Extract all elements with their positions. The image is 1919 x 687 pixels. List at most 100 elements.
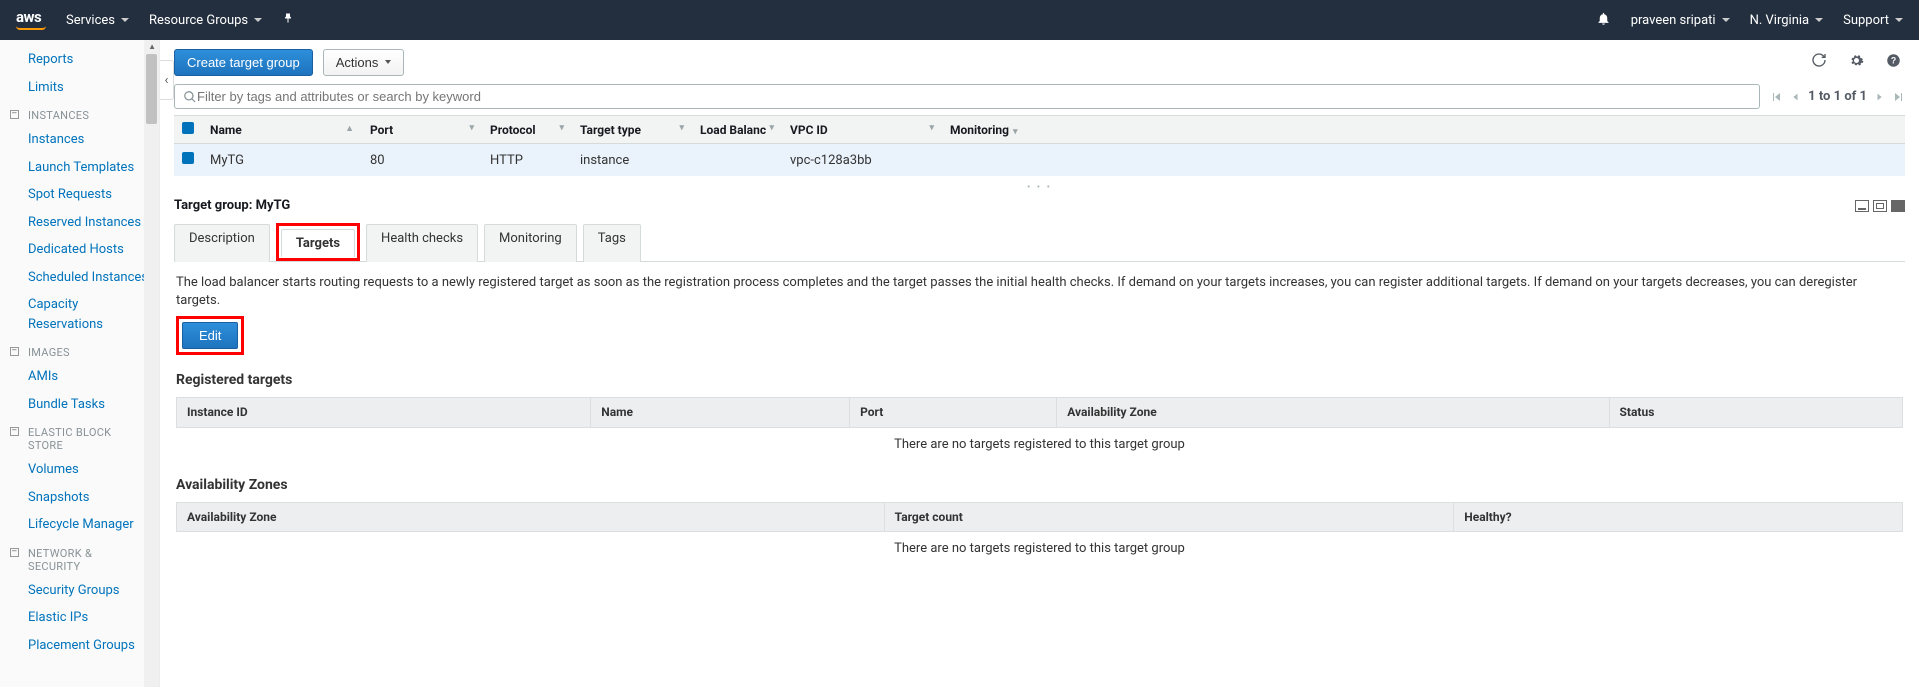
registered-targets-heading: Registered targets [176, 371, 1903, 391]
col-monitoring[interactable]: Monitoring▾ [942, 116, 1905, 144]
pager-text: 1 to 1 of 1 [1808, 89, 1867, 104]
checkbox-all[interactable] [182, 122, 194, 134]
sidebar-item-placement-groups[interactable]: Placement Groups [0, 632, 159, 660]
row-checkbox[interactable] [182, 152, 194, 164]
help-icon[interactable]: ? [1882, 49, 1905, 76]
sort-asc-icon: ▲ [345, 123, 354, 134]
sort-icon: ▾ [769, 123, 774, 133]
tab-description[interactable]: Description [174, 224, 270, 262]
pager-next-icon[interactable] [1875, 91, 1885, 103]
col-name[interactable]: Name [591, 397, 850, 427]
col-instance-id[interactable]: Instance ID [177, 397, 591, 427]
nav-support-label: Support [1843, 13, 1889, 28]
scrollbar[interactable]: ▲ [144, 40, 159, 687]
col-port[interactable]: Port [850, 397, 1057, 427]
col-protocol[interactable]: Protocol▾ [482, 116, 572, 144]
sidebar-item-instances[interactable]: Instances [0, 126, 159, 154]
sidebar-item-snapshots[interactable]: Snapshots [0, 484, 159, 512]
top-nav: aws Services Resource Groups praveen sri… [0, 0, 1919, 40]
sidebar-item-dedicated-hosts[interactable]: Dedicated Hosts [0, 236, 159, 264]
filter-input[interactable] [197, 89, 1751, 104]
availability-zones-heading: Availability Zones [176, 476, 1903, 496]
nav-user[interactable]: praveen sripati [1631, 13, 1730, 28]
detail-tabs: Description Targets Health checks Monito… [174, 223, 1905, 262]
sidebar-item-amis[interactable]: AMIs [0, 363, 159, 391]
cell-protocol: HTTP [482, 144, 572, 177]
nav-rg-label: Resource Groups [149, 13, 248, 28]
pager-last-icon[interactable] [1893, 91, 1905, 103]
col-load-balancer[interactable]: Load Balanc▾ [692, 116, 782, 144]
sidebar-item-reports[interactable]: Reports [0, 46, 159, 74]
sidebar-item-bundle-tasks[interactable]: Bundle Tasks [0, 391, 159, 419]
col-port[interactable]: Port▾ [362, 116, 482, 144]
nav-region[interactable]: N. Virginia [1750, 13, 1824, 28]
gear-icon[interactable] [1845, 49, 1868, 76]
scrollbar-thumb[interactable] [146, 54, 157, 124]
edit-button[interactable]: Edit [182, 322, 238, 349]
sidebar-item-limits[interactable]: Limits [0, 74, 159, 102]
target-groups-table: Name▲ Port▾ Protocol▾ Target type▾ Load … [174, 115, 1905, 176]
cell-lb [692, 144, 782, 177]
search-icon [183, 90, 197, 104]
sidebar-item-scheduled-instances[interactable]: Scheduled Instances [0, 264, 159, 292]
filter-box[interactable] [174, 84, 1760, 109]
sidebar-item-reserved-instances[interactable]: Reserved Instances [0, 209, 159, 237]
chevron-down-icon [1815, 18, 1823, 22]
panel-min-icon[interactable] [1855, 200, 1869, 212]
refresh-icon[interactable] [1807, 48, 1831, 76]
col-healthy[interactable]: Healthy? [1454, 502, 1903, 532]
sidebar-collapse[interactable] [160, 60, 174, 100]
availability-zones-table: Availability Zone Target count Healthy? … [176, 502, 1903, 567]
collapse-icon: – [10, 548, 19, 557]
collapse-icon: – [10, 427, 19, 436]
bell-icon[interactable] [1596, 11, 1611, 30]
sidebar-item-spot-requests[interactable]: Spot Requests [0, 181, 159, 209]
nav-services-label: Services [66, 13, 115, 28]
pager-first-icon[interactable] [1770, 91, 1782, 103]
tab-monitoring[interactable]: Monitoring [484, 224, 577, 262]
pin-icon[interactable] [282, 12, 294, 28]
actions-button[interactable]: Actions [323, 49, 405, 76]
nav-region-label: N. Virginia [1750, 13, 1810, 28]
panel-max-icon[interactable] [1891, 200, 1905, 212]
resize-handle[interactable]: • • • [174, 182, 1905, 192]
sidebar-header-netsec[interactable]: –NETWORK & SECURITY [0, 539, 130, 577]
tab-tags[interactable]: Tags [583, 224, 641, 262]
chevron-down-icon [385, 60, 391, 64]
col-vpc[interactable]: VPC ID▾ [782, 116, 942, 144]
col-az[interactable]: Availability Zone [177, 502, 885, 532]
sidebar-item-volumes[interactable]: Volumes [0, 456, 159, 484]
sidebar-item-security-groups[interactable]: Security Groups [0, 577, 159, 605]
col-status[interactable]: Status [1609, 397, 1902, 427]
sidebar-item-capacity-reservations[interactable]: Capacity Reservations [0, 291, 110, 338]
pager-prev-icon[interactable] [1790, 91, 1800, 103]
sidebar-header-ebs[interactable]: –ELASTIC BLOCK STORE [0, 418, 130, 456]
pager: 1 to 1 of 1 [1770, 89, 1905, 104]
panel-mid-icon[interactable] [1873, 200, 1887, 212]
aws-logo[interactable]: aws [16, 10, 46, 30]
sidebar-item-lifecycle-manager[interactable]: Lifecycle Manager [0, 511, 159, 539]
tab-targets[interactable]: Targets [281, 229, 355, 257]
col-name[interactable]: Name▲ [202, 116, 362, 144]
nav-user-label: praveen sripati [1631, 13, 1716, 28]
col-count[interactable]: Target count [884, 502, 1454, 532]
registered-empty: There are no targets registered to this … [177, 427, 1903, 462]
chevron-down-icon [1895, 18, 1903, 22]
create-target-group-button[interactable]: Create target group [174, 49, 313, 76]
sidebar-header-instances[interactable]: –INSTANCES [0, 101, 159, 126]
nav-resource-groups[interactable]: Resource Groups [149, 13, 262, 28]
sidebar-item-elastic-ips[interactable]: Elastic IPs [0, 604, 159, 632]
cell-port: 80 [362, 144, 482, 177]
table-row[interactable]: MyTG 80 HTTP instance vpc-c128a3bb [174, 144, 1905, 177]
tab-health-checks[interactable]: Health checks [366, 224, 478, 262]
highlight-targets-tab: Targets [276, 223, 360, 261]
col-target-type[interactable]: Target type▾ [572, 116, 692, 144]
svg-text:?: ? [1891, 55, 1896, 65]
nav-support[interactable]: Support [1843, 13, 1903, 28]
collapse-icon: – [10, 110, 19, 119]
sidebar-header-images[interactable]: –IMAGES [0, 338, 159, 363]
col-az[interactable]: Availability Zone [1057, 397, 1609, 427]
sidebar-item-launch-templates[interactable]: Launch Templates [0, 154, 159, 182]
col-checkbox[interactable] [174, 116, 202, 144]
nav-services[interactable]: Services [66, 13, 129, 28]
